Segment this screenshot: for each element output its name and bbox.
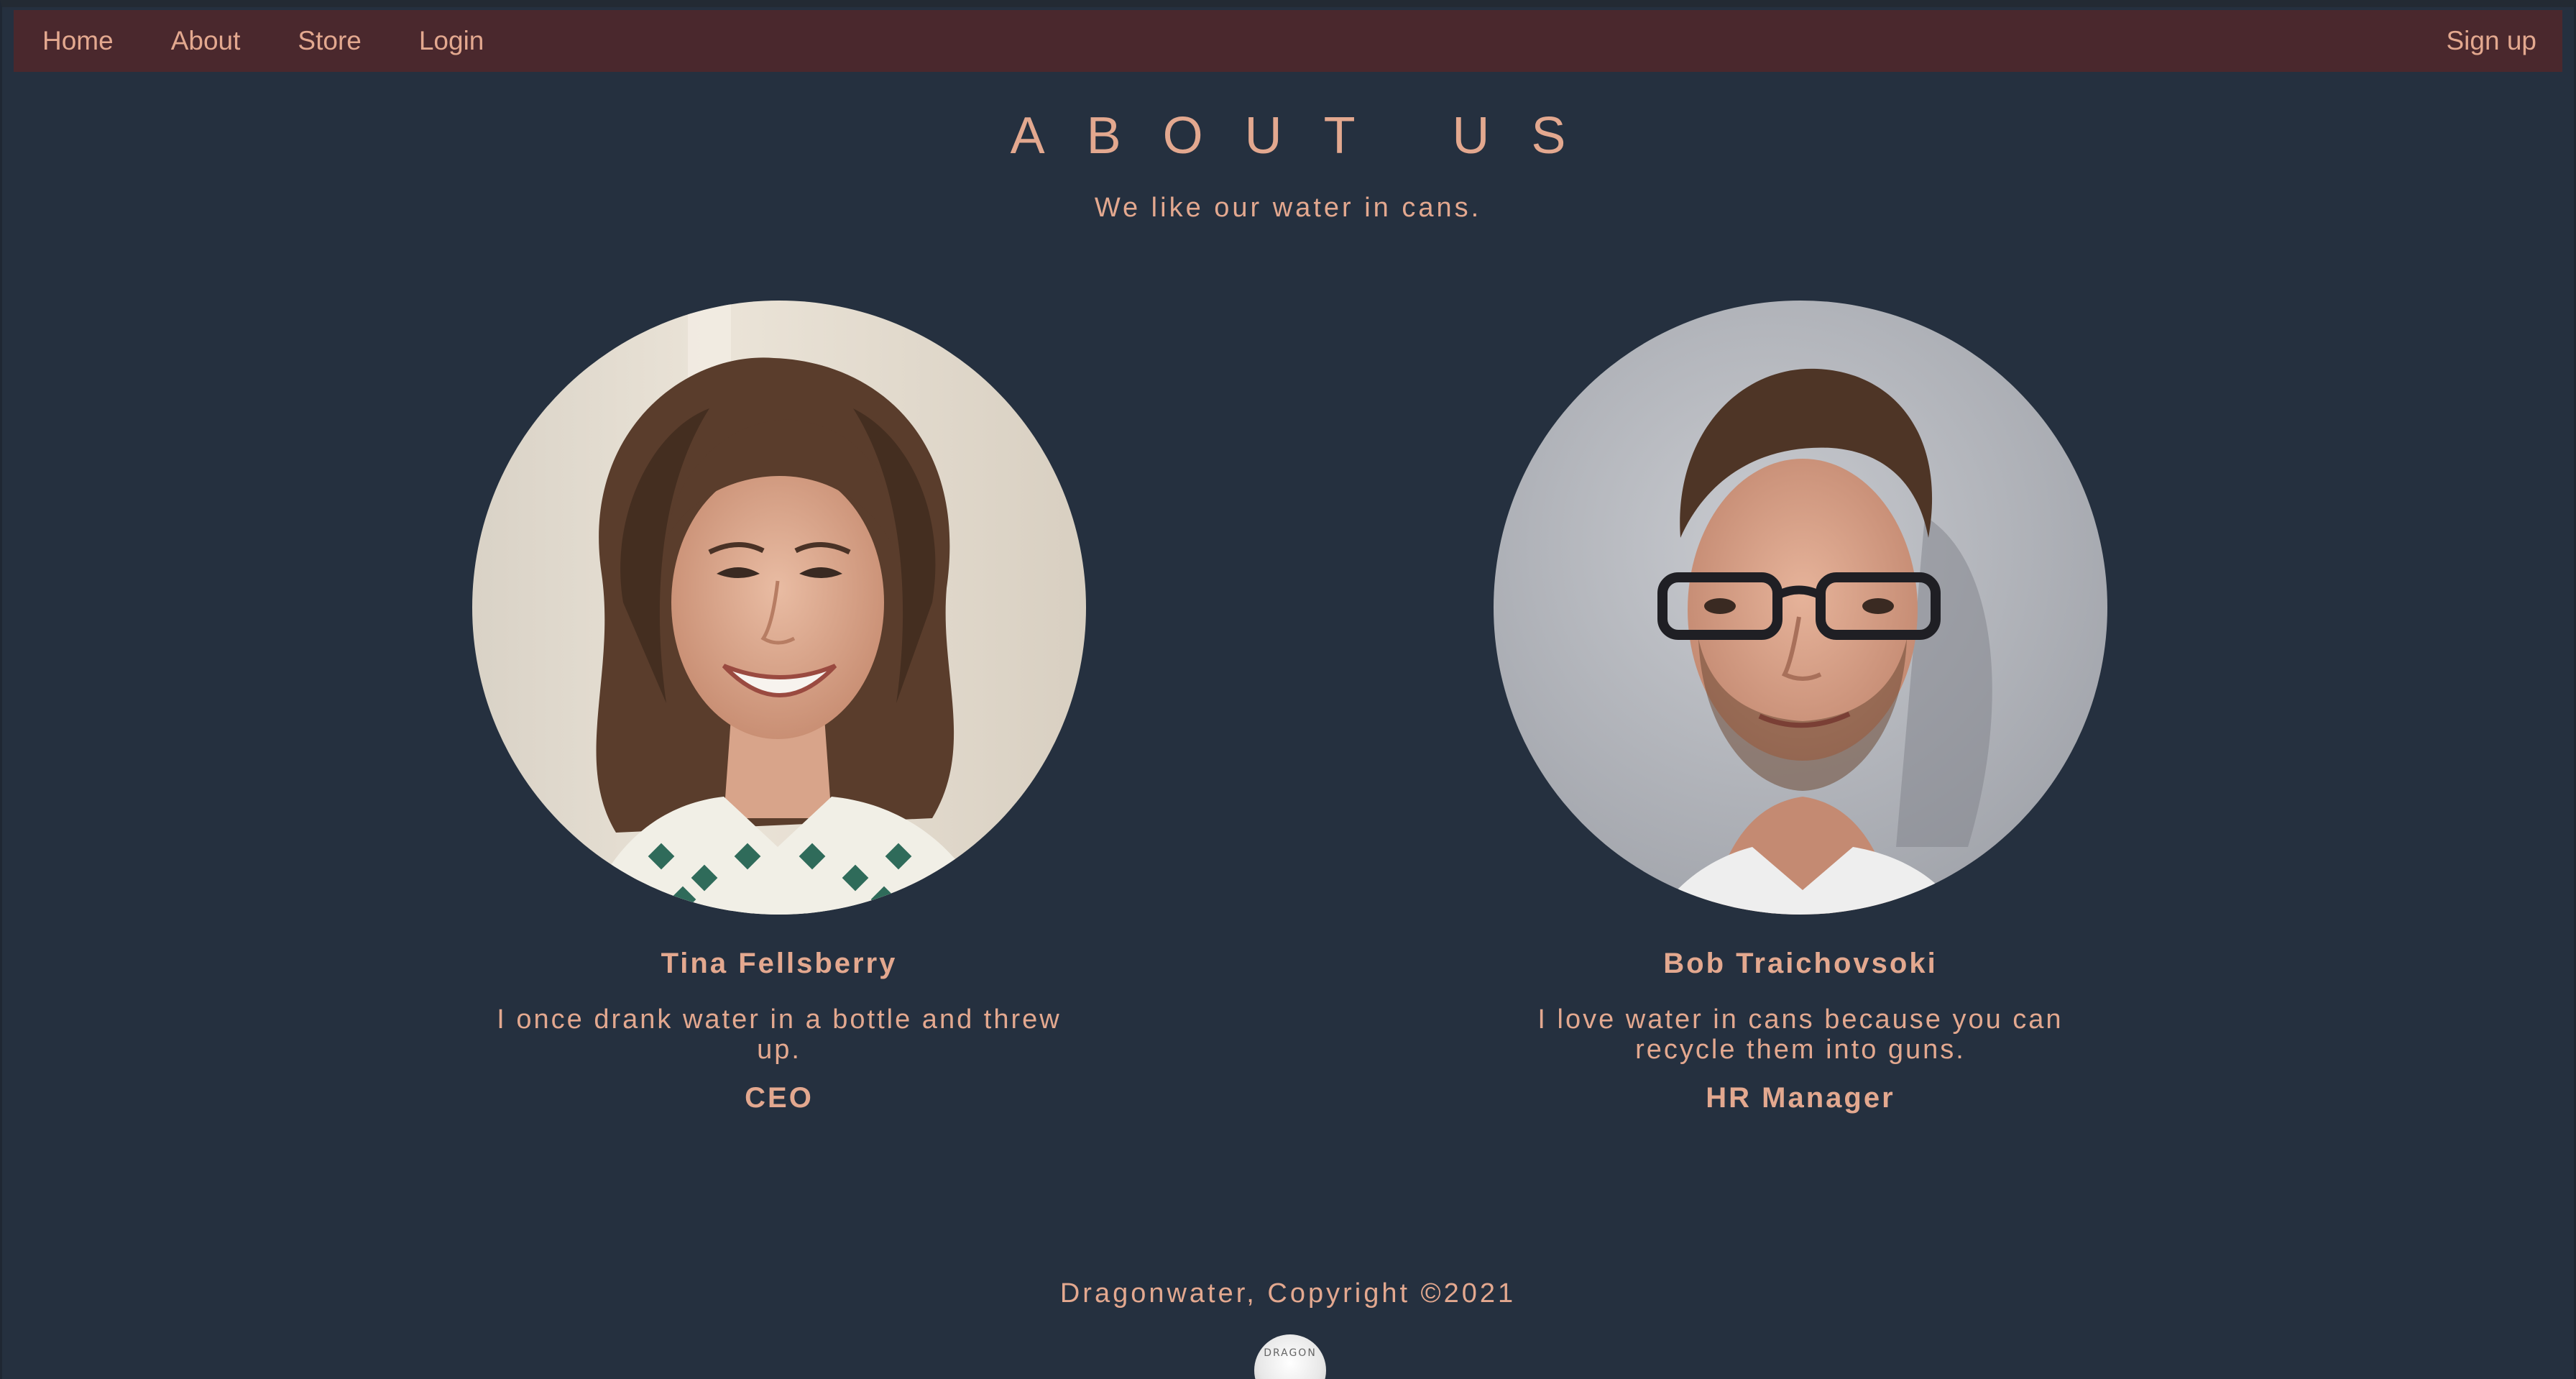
page-subtitle: We like our water in cans. xyxy=(1094,193,1482,223)
woman-portrait-illustration xyxy=(472,301,1086,915)
nav-signup-link[interactable]: Sign up xyxy=(2447,26,2537,56)
team-member-name: Tina Fellsberry xyxy=(661,948,898,979)
team-member-quote: I once drank water in a bottle and threw… xyxy=(497,1004,1062,1065)
team-member-quote: I love water in cans because you can rec… xyxy=(1537,1004,2064,1065)
logo-text: DRAGON xyxy=(1264,1347,1317,1359)
nav-home-link[interactable]: Home xyxy=(42,26,114,56)
nav-links: Home About Store Login xyxy=(14,10,484,72)
team-member-card: Bob Traichovsoki I love water in cans be… xyxy=(1491,301,2110,1114)
top-navbar: Home About Store Login Sign up xyxy=(14,10,2562,72)
woman-portrait-photo xyxy=(472,301,1086,915)
team-member-name: Bob Traichovsoki xyxy=(1663,948,1938,979)
man-portrait-illustration xyxy=(1494,301,2107,915)
team-member-card: Tina Fellsberry I once drank water in a … xyxy=(470,301,1088,1114)
nav-about-link[interactable]: About xyxy=(171,26,241,56)
nav-store-link[interactable]: Store xyxy=(298,26,361,56)
team-member-role: HR Manager xyxy=(1706,1082,1895,1114)
man-portrait-photo xyxy=(1494,301,2107,915)
team-member-role: CEO xyxy=(745,1082,814,1114)
about-page: Home About Store Login Sign up ABOUT US … xyxy=(0,0,2576,1379)
dragonwater-logo-icon: DRAGON xyxy=(1254,1334,1326,1379)
footer-copyright: Dragonwater, Copyright ©2021 xyxy=(1059,1278,1517,1309)
page-title: ABOUT US xyxy=(1010,107,1608,165)
nav-login-link[interactable]: Login xyxy=(419,26,484,56)
